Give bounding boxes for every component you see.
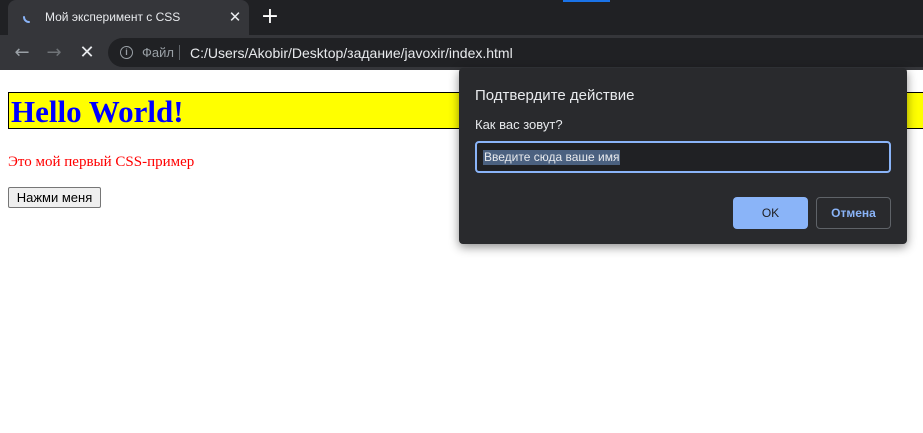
name-input[interactable]: Введите сюда ваше имя (475, 141, 891, 173)
ok-button[interactable]: OK (733, 197, 808, 229)
click-me-button[interactable]: Нажми меня (8, 187, 101, 208)
tab-title: Мой эксперимент с CSS (45, 10, 181, 24)
dialog-title: Подтвердите действие (475, 87, 635, 104)
prompt-dialog: Подтвердите действие Как вас зовут? Введ… (459, 68, 907, 244)
loading-spinner-icon (23, 16, 30, 23)
address-bar[interactable]: i Файл C:/Users/Akobir/Desktop/задание/j… (108, 38, 923, 67)
omnibox-divider (179, 45, 180, 60)
arrow-left-icon[interactable]: ← (10, 41, 34, 65)
site-info-label[interactable]: Файл (142, 45, 174, 60)
tab-active[interactable]: Мой эксперимент с CSS ✕ (8, 0, 249, 35)
tab-strip-accent (563, 0, 610, 2)
page-paragraph: Это мой первый CSS-пример (8, 154, 195, 170)
close-icon[interactable]: ✕ (226, 8, 244, 26)
stop-icon[interactable]: ✕ (75, 41, 99, 65)
tab-strip: Мой эксперимент с CSS ✕ + (0, 0, 923, 35)
plus-icon[interactable]: + (258, 5, 282, 29)
cancel-button[interactable]: Отмена (816, 197, 891, 229)
info-icon[interactable]: i (120, 46, 133, 59)
browser-toolbar: ← → ✕ i Файл C:/Users/Akobir/Desktop/зад… (0, 35, 923, 70)
url-text[interactable]: C:/Users/Akobir/Desktop/задание/javoxir/… (190, 45, 513, 61)
name-input-value[interactable]: Введите сюда ваше имя (483, 150, 621, 165)
arrow-right-icon[interactable]: → (42, 41, 66, 65)
dialog-message: Как вас зовут? (475, 117, 563, 132)
